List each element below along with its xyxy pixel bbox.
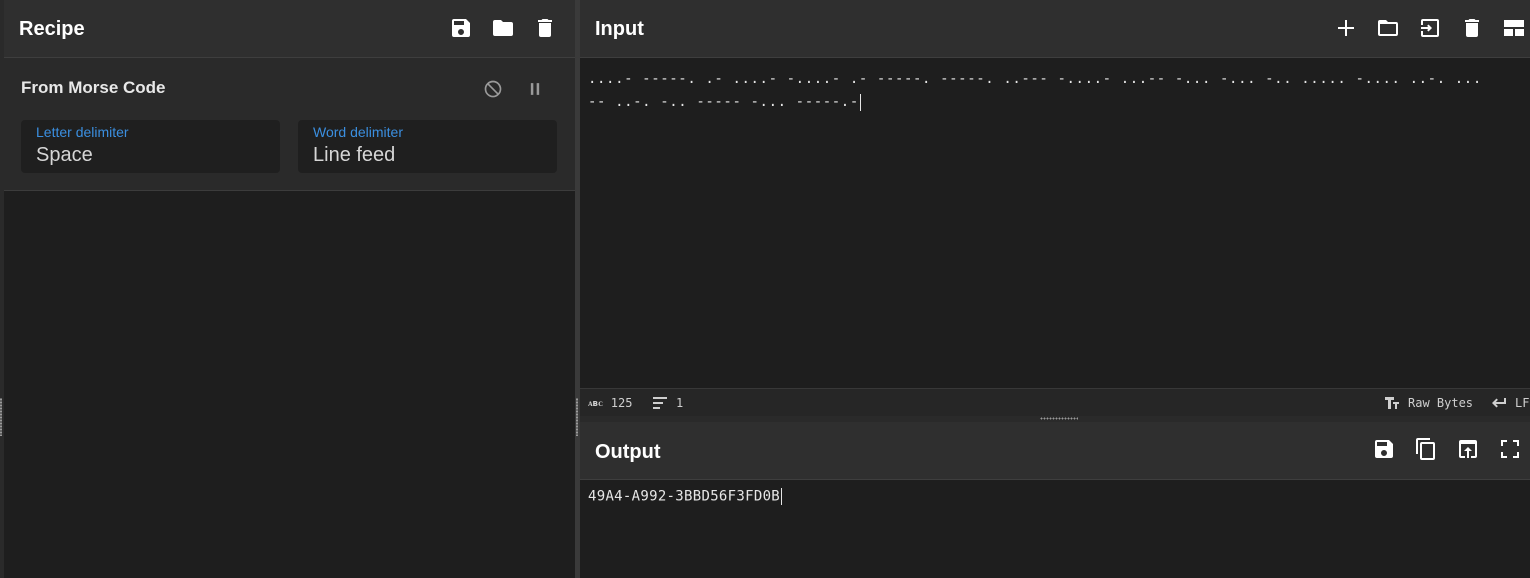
open-folder-icon[interactable]	[1374, 14, 1402, 42]
return-icon	[1492, 398, 1506, 408]
abc-icon: ᴀʙᴄ	[588, 398, 603, 409]
trash-icon[interactable]	[531, 14, 559, 42]
copy-icon[interactable]	[1412, 435, 1440, 463]
word-delimiter-value: Line feed	[313, 144, 396, 166]
input-status-bar: ᴀʙᴄ 125 1 Raw Bytes LF	[580, 388, 1530, 416]
input-header: Input	[580, 0, 1530, 58]
disable-icon[interactable]	[479, 75, 507, 103]
line-count: 1	[652, 396, 683, 410]
eol-value: LF	[1515, 396, 1530, 410]
letter-delimiter-value: Space	[36, 144, 93, 166]
open-file-icon[interactable]	[1416, 14, 1444, 42]
input-text: ....- -----. .- ....- -....- .- -----. -…	[588, 71, 1482, 110]
operation-from-morse-code[interactable]: From Morse Code Letter delimiter Space W…	[4, 58, 575, 191]
letter-delimiter-select[interactable]: Letter delimiter Space	[21, 120, 280, 173]
add-tab-icon[interactable]	[1332, 14, 1360, 42]
recipe-title: Recipe	[19, 18, 85, 40]
layout-icon[interactable]	[1500, 14, 1528, 42]
letter-delimiter-label: Letter delimiter	[36, 124, 129, 140]
maximize-icon[interactable]	[1496, 435, 1524, 463]
resize-grip[interactable]	[576, 398, 578, 436]
io-panel: Input ....- -----. .- ....- -....- .- --…	[580, 0, 1530, 578]
word-delimiter-select[interactable]: Word delimiter Line feed	[298, 120, 557, 173]
line-count-value: 1	[676, 396, 684, 410]
char-count: ᴀʙᴄ 125	[588, 396, 632, 410]
operation-name: From Morse Code	[21, 78, 166, 97]
text-cursor	[859, 93, 861, 111]
text-cursor	[781, 488, 783, 505]
recipe-header: Recipe	[4, 0, 575, 58]
input-title: Input	[595, 18, 644, 40]
text-size-icon	[1385, 397, 1399, 409]
output-text: 49A4-A992-3BBD56F3FD0B	[588, 488, 781, 505]
input-textarea[interactable]: ....- -----. .- ....- -....- .- -----. -…	[588, 68, 1490, 114]
lines-icon	[653, 397, 667, 409]
encoding-selector[interactable]: Raw Bytes	[1384, 396, 1473, 410]
encoding-value: Raw Bytes	[1408, 396, 1474, 410]
folder-icon[interactable]	[489, 14, 517, 42]
char-count-value: 125	[610, 396, 633, 410]
save-output-icon[interactable]	[1370, 435, 1398, 463]
save-icon[interactable]	[447, 14, 475, 42]
trash-icon[interactable]	[1458, 14, 1486, 42]
output-header: Output	[580, 422, 1530, 480]
splitter-grip[interactable]	[1040, 417, 1078, 420]
output-title: Output	[595, 441, 661, 463]
output-textarea[interactable]: 49A4-A992-3BBD56F3FD0B	[588, 488, 783, 505]
resize-grip[interactable]	[0, 398, 2, 436]
replace-input-icon[interactable]	[1454, 435, 1482, 463]
eol-selector[interactable]: LF	[1491, 396, 1529, 410]
pause-icon[interactable]	[521, 75, 549, 103]
word-delimiter-label: Word delimiter	[313, 124, 403, 140]
recipe-panel: Recipe From Morse Code Letter delimiter	[4, 0, 575, 578]
